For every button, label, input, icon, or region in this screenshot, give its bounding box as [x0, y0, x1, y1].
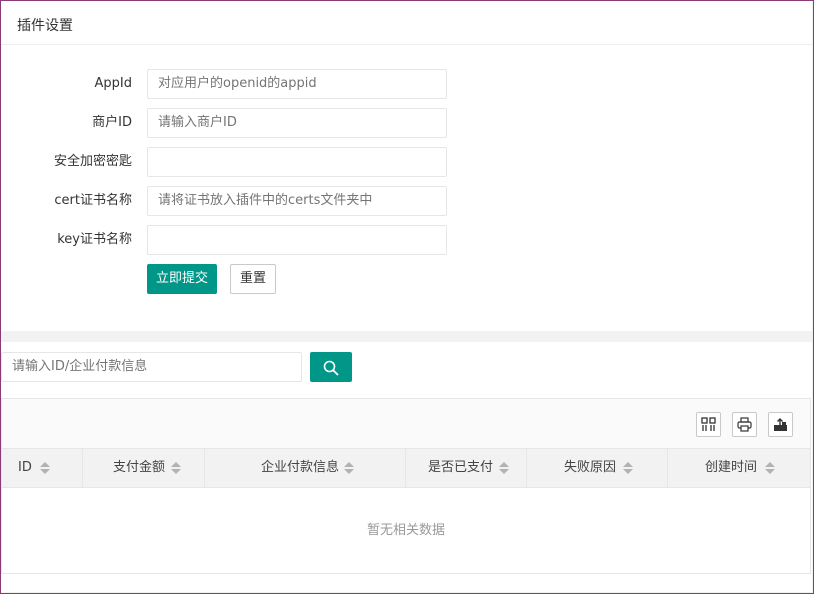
key-name-input[interactable] — [158, 226, 438, 252]
merchant-id-input[interactable] — [158, 109, 438, 135]
column-header-created-time[interactable]: 创建时间 — [668, 449, 809, 487]
secret-key-label: 安全加密密匙 — [53, 154, 132, 169]
table-toolbar — [2, 399, 810, 449]
key-name-field-box — [147, 225, 447, 255]
title-divider — [1, 44, 812, 45]
panel-title: 插件设置 — [17, 18, 73, 34]
table-header: ID 支付金额 企业付款信息 是否已支付 失败原因 创建时间 — [2, 449, 810, 488]
table-empty-text: 暂无相关数据 — [366, 523, 445, 538]
secret-key-input[interactable] — [158, 148, 438, 174]
sort-icon[interactable] — [765, 462, 775, 474]
form-row-appid: AppId — [1, 69, 812, 99]
sort-icon[interactable] — [623, 462, 633, 474]
cert-name-label: cert证书名称 — [54, 193, 132, 208]
column-header-fail-reason[interactable]: 失败原因 — [527, 449, 668, 487]
settings-panel: 插件设置 AppId 商户ID 安全加密密匙 cert证书名称 key证书名称 … — [1, 1, 812, 331]
merchant-id-label: 商户ID — [92, 115, 132, 130]
sort-icon[interactable] — [344, 462, 354, 474]
form-row-key-name: key证书名称 — [1, 225, 812, 255]
data-table: ID 支付金额 企业付款信息 是否已支付 失败原因 创建时间 暂无相关数据 — [1, 398, 811, 574]
search-input[interactable] — [12, 353, 292, 379]
cert-name-field-box — [147, 186, 447, 216]
form-row-secret-key: 安全加密密匙 — [1, 147, 812, 177]
column-header-label: 失败原因 — [564, 460, 617, 475]
search-button[interactable] — [310, 352, 352, 382]
key-name-label: key证书名称 — [57, 232, 132, 247]
sort-icon[interactable] — [40, 462, 50, 474]
column-header-label: 创建时间 — [705, 460, 758, 475]
search-icon — [323, 360, 339, 376]
submit-button[interactable]: 立即提交 — [147, 264, 217, 294]
merchant-id-field-box — [147, 108, 447, 138]
appid-input[interactable] — [158, 70, 438, 96]
column-header-id[interactable]: ID — [2, 449, 83, 487]
form-row-cert-name: cert证书名称 — [1, 186, 812, 216]
columns-filter-icon — [701, 417, 716, 431]
column-header-amount[interactable]: 支付金额 — [83, 449, 205, 487]
cert-name-input[interactable] — [158, 187, 438, 213]
export-button[interactable] — [768, 412, 793, 437]
columns-filter-button[interactable] — [696, 412, 721, 437]
export-icon — [774, 418, 787, 431]
records-panel: ID 支付金额 企业付款信息 是否已支付 失败原因 创建时间 — [1, 342, 812, 592]
form-row-merchant-id: 商户ID — [1, 108, 812, 138]
search-field-box — [1, 352, 302, 382]
column-header-paid[interactable]: 是否已支付 — [406, 449, 527, 487]
column-header-payment-info[interactable]: 企业付款信息 — [205, 449, 406, 487]
appid-field-box — [147, 69, 447, 99]
column-header-label: ID — [18, 460, 32, 475]
sort-icon[interactable] — [499, 462, 509, 474]
column-header-label: 是否已支付 — [428, 460, 494, 475]
column-header-label: 企业付款信息 — [261, 460, 340, 475]
appid-label: AppId — [94, 76, 132, 91]
print-button[interactable] — [732, 412, 757, 437]
column-header-label: 支付金额 — [113, 460, 166, 475]
reset-button[interactable]: 重置 — [230, 264, 276, 294]
print-icon — [737, 417, 752, 432]
secret-key-field-box — [147, 147, 447, 177]
sort-icon[interactable] — [171, 462, 181, 474]
